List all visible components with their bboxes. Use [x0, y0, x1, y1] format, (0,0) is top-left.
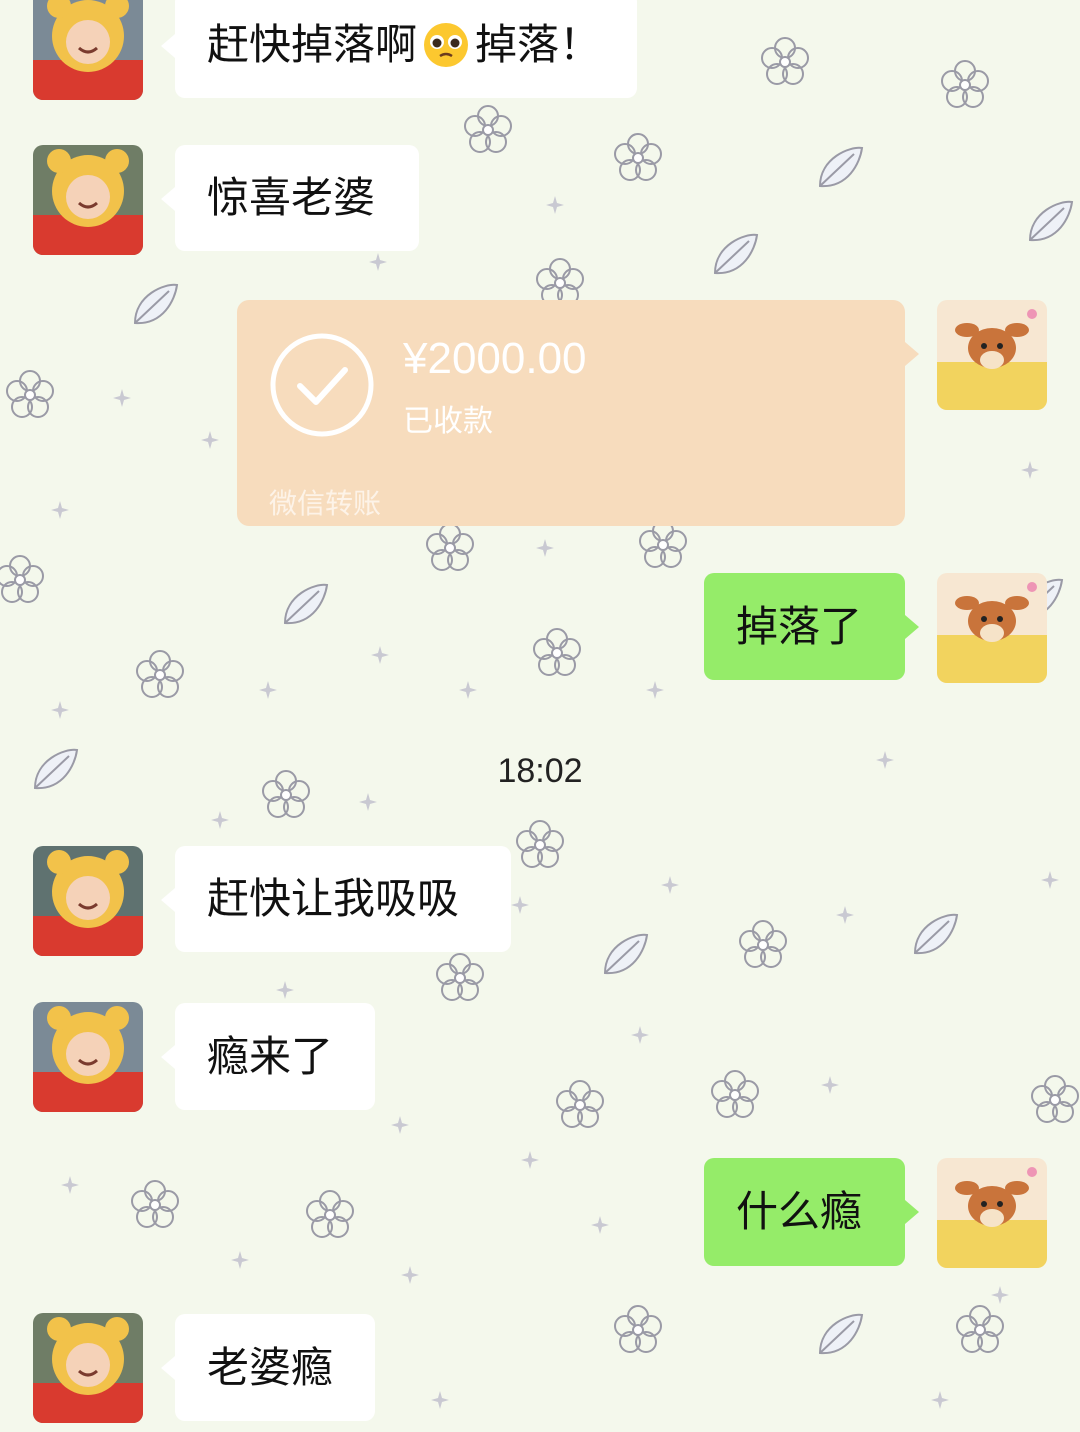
message-bubble[interactable]: 掉落了: [704, 573, 919, 680]
self-avatar[interactable]: [937, 573, 1047, 683]
self-avatar[interactable]: [937, 1158, 1047, 1268]
message-bubble[interactable]: 瘾来了: [161, 1003, 375, 1110]
message-text: 掉落！: [475, 20, 602, 69]
transfer-status: 已收款: [403, 404, 493, 439]
message-bubble[interactable]: 赶快掉落啊 掉落！: [161, 0, 637, 98]
transfer-amount: ¥2000.00: [403, 334, 587, 383]
contact-avatar[interactable]: [33, 846, 143, 956]
message-text: 瘾来了: [207, 1031, 334, 1081]
contact-avatar[interactable]: [33, 145, 143, 255]
message-text: 掉落了: [736, 601, 863, 651]
check-circle-icon: [270, 333, 374, 437]
message-text: 赶快让我吸吸: [207, 874, 460, 923]
message-text: 老婆瘾: [207, 1342, 334, 1392]
time-divider: 18:02: [497, 752, 583, 790]
message-text: 什么瘾: [736, 1187, 863, 1236]
message-bubble[interactable]: 什么瘾: [704, 1158, 919, 1266]
message-bubble[interactable]: 赶快让我吸吸: [161, 846, 511, 952]
message-bubble[interactable]: 老婆瘾: [161, 1314, 375, 1421]
contact-avatar[interactable]: [33, 0, 143, 100]
message-bubble[interactable]: 惊喜老婆: [161, 145, 419, 251]
self-avatar[interactable]: [937, 300, 1047, 410]
message-text: 惊喜老婆: [207, 173, 376, 222]
contact-avatar[interactable]: [33, 1313, 143, 1423]
pleading-face-emoji-icon: [424, 23, 469, 67]
message-text: 赶快掉落啊: [207, 20, 418, 69]
transfer-card[interactable]: ¥2000.00 已收款 微信转账: [237, 300, 919, 526]
transfer-brand-label: 微信转账: [269, 487, 382, 520]
contact-avatar[interactable]: [33, 1002, 143, 1112]
